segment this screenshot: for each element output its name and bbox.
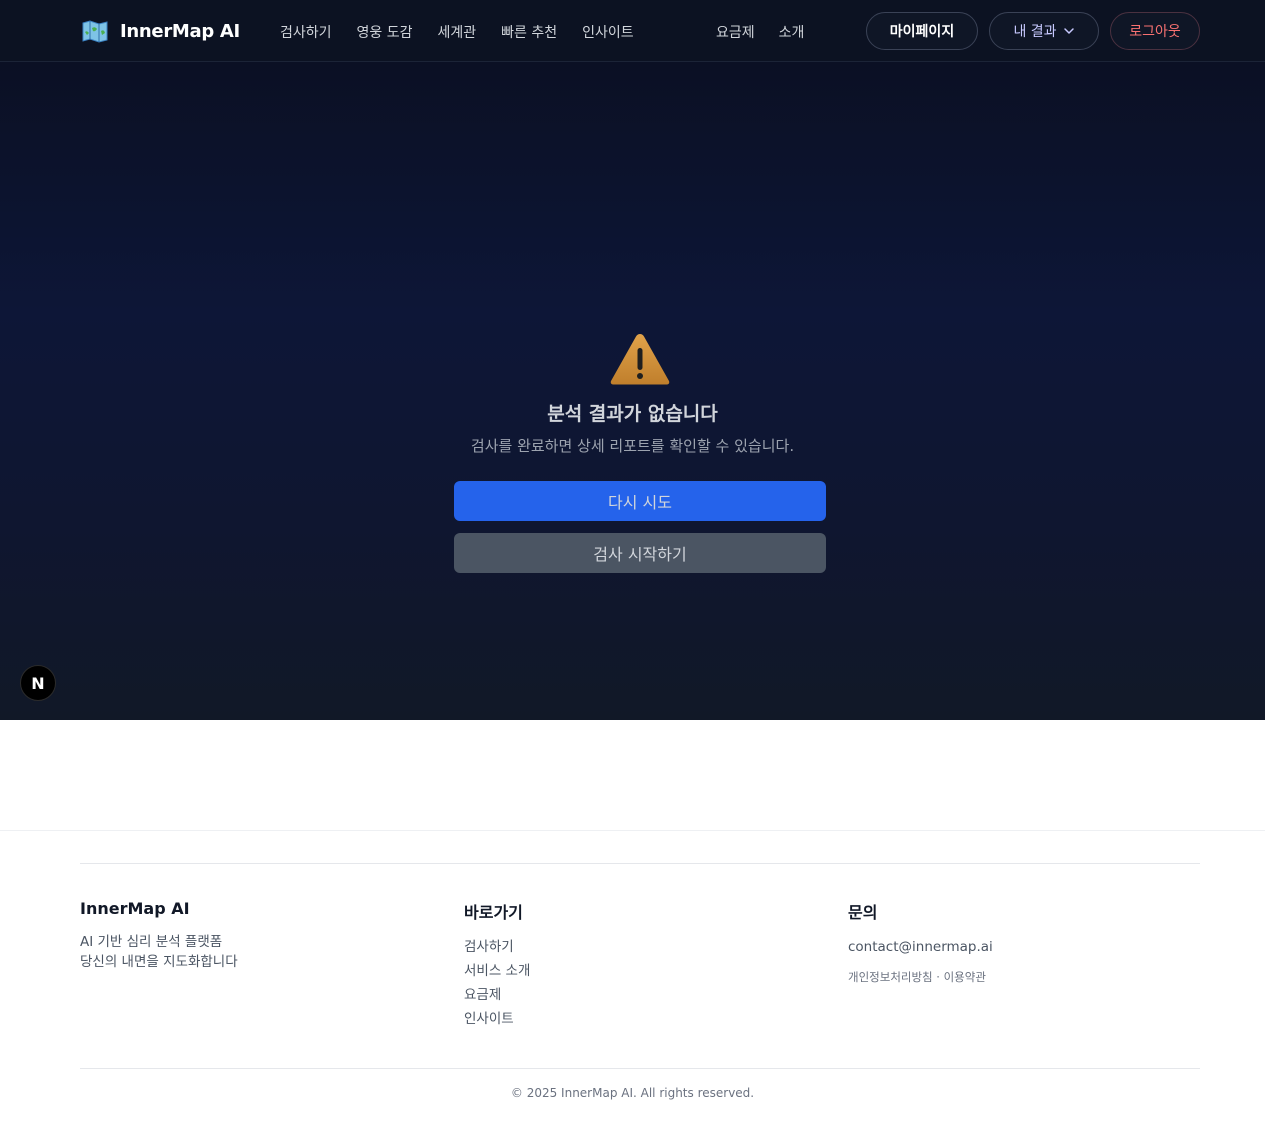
empty-description: 검사를 완료하면 상세 리포트를 확인할 수 있습니다. <box>470 437 795 455</box>
footer-contact-column: 문의 contact@innermap.ai 개인정보처리방침 · 이용약관 <box>848 899 993 985</box>
footer-link-insights[interactable]: 인사이트 <box>464 1005 530 1033</box>
brand-logo[interactable]: InnerMap AI <box>82 19 240 43</box>
footer-brand-column: InnerMap AI AI 기반 심리 분석 플랫폼 당신의 내면을 지도화합… <box>80 899 238 972</box>
nav-worldview[interactable]: 세계관 <box>438 22 477 42</box>
start-test-label: 검사 시작하기 <box>593 545 687 564</box>
divider <box>0 830 1265 831</box>
mypage-button[interactable]: 마이페이지 <box>866 12 978 50</box>
retry-button[interactable]: 다시 시도 <box>454 481 826 521</box>
footer-shortcuts-column: 바로가기 검사하기 서비스 소개 요금제 인사이트 <box>464 899 530 1033</box>
main-nav: 검사하기 영웅 도감 세계관 빠른 추천 인사이트 <box>280 22 659 42</box>
nav-about[interactable]: 소개 <box>779 22 805 42</box>
logout-label: 로그아웃 <box>1129 24 1181 40</box>
warning-icon <box>610 334 670 385</box>
nav-hero-encyclopedia[interactable]: 영웅 도감 <box>357 22 413 42</box>
mypage-label: 마이페이지 <box>889 24 955 40</box>
my-results-label: 내 결과 <box>1013 24 1057 40</box>
nextjs-dev-badge[interactable]: N <box>20 665 56 701</box>
top-navbar: InnerMap AI 검사하기 영웅 도감 세계관 빠른 추천 인사이트 요금… <box>0 0 1265 62</box>
divider <box>80 863 1200 864</box>
map-icon <box>82 20 108 43</box>
brand-name: InnerMap AI <box>120 20 240 42</box>
my-results-dropdown[interactable]: 내 결과 <box>989 12 1099 50</box>
retry-label: 다시 시도 <box>608 493 672 512</box>
chevron-down-icon <box>1063 28 1074 34</box>
footer-shortcuts-title: 바로가기 <box>464 903 523 922</box>
logout-button[interactable]: 로그아웃 <box>1110 12 1200 50</box>
divider <box>80 1068 1200 1069</box>
footer-contact-title: 문의 <box>848 903 878 922</box>
nav-quick-recommend[interactable]: 빠른 추천 <box>501 22 557 42</box>
nav-insights[interactable]: 인사이트 <box>582 22 634 42</box>
footer-tagline-2: 당신의 내면을 지도화합니다 <box>80 954 238 970</box>
contact-email-link[interactable]: contact@innermap.ai <box>848 937 993 957</box>
start-test-button[interactable]: 검사 시작하기 <box>454 533 826 573</box>
empty-title: 분석 결과가 없습니다 <box>547 403 718 425</box>
nav-pricing[interactable]: 요금제 <box>716 22 755 42</box>
results-empty-state: 분석 결과가 없습니다 검사를 완료하면 상세 리포트를 확인할 수 있습니다.… <box>0 62 1265 720</box>
footer-brand: InnerMap AI <box>80 899 190 918</box>
footer-tagline-1: AI 기반 심리 분석 플랫폼 <box>80 934 223 950</box>
policy-links[interactable]: 개인정보처리방침 · 이용약관 <box>848 969 993 985</box>
nav-test[interactable]: 검사하기 <box>280 22 332 42</box>
secondary-nav: 요금제 소개 <box>716 22 828 42</box>
copyright-text: © 2025 InnerMap AI. All rights reserved. <box>510 1086 755 1100</box>
